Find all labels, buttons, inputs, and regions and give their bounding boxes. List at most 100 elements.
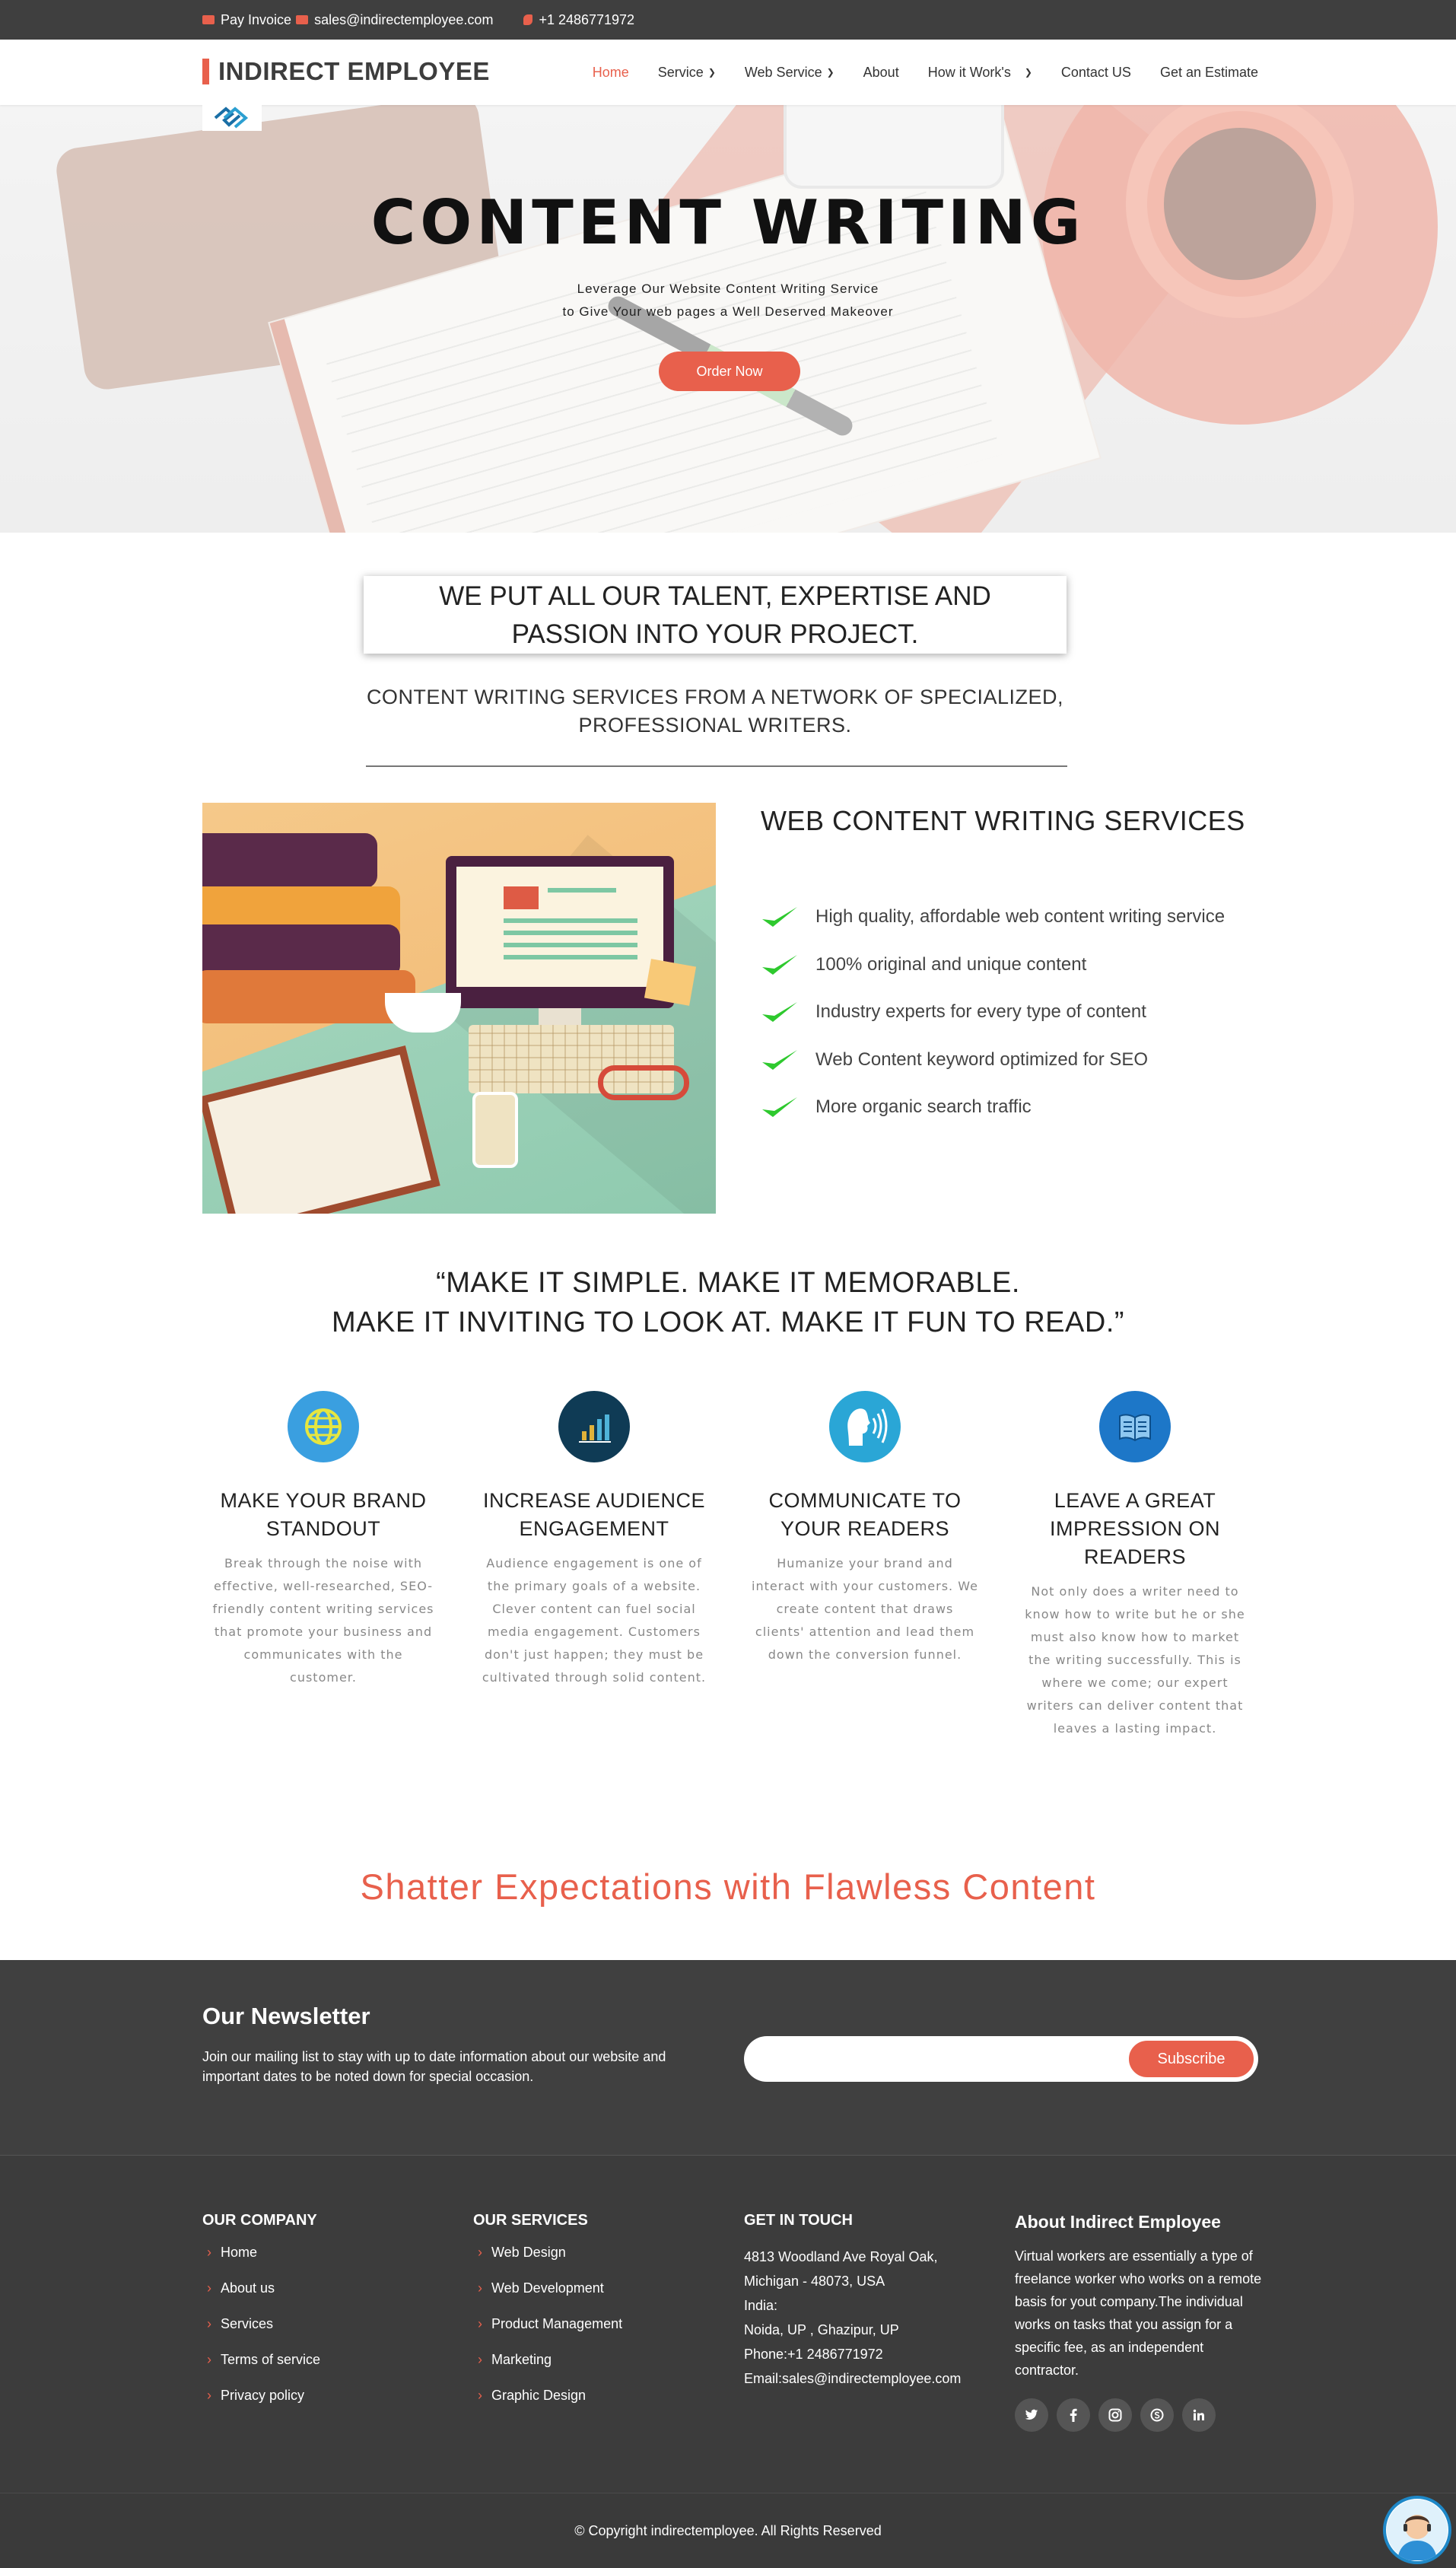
envelope-icon xyxy=(296,15,309,24)
chevron-right-icon: › xyxy=(207,2388,211,2403)
nav-get-estimate-label: Get an Estimate xyxy=(1159,64,1258,80)
footer-link-label: Graphic Design xyxy=(491,2388,587,2403)
newsletter-text: Join our mailing list to stay with up to… xyxy=(202,2049,666,2084)
pay-invoice-label: Pay Invoice xyxy=(221,11,292,27)
nav-how-it-works[interactable]: How it Work's ❯ xyxy=(928,65,1032,81)
footer-contact-address: 4813 Woodland Ave Royal Oak, Michigan - … xyxy=(744,2245,961,2391)
newsletter-section: Our Newsletter Join our mailing list to … xyxy=(0,1960,1456,2155)
footer-link-label: Terms of service xyxy=(221,2352,321,2367)
service-item-label: Web Content keyword optimized for SEO xyxy=(815,1049,1149,1070)
footer-link-privacy[interactable]: › Privacy policy xyxy=(202,2388,320,2423)
talent-heading-line-1: WE PUT ALL OUR TALENT, EXPERTISE AND xyxy=(439,581,991,611)
nav-service[interactable]: Service ❯ xyxy=(658,65,716,81)
quote-line-2: MAKE IT INVITING TO LOOK AT. MAKE IT FUN… xyxy=(331,1306,1125,1338)
chevron-right-icon: › xyxy=(478,2280,482,2296)
talent-subheading-line-1: CONTENT WRITING SERVICES FROM A NETWORK … xyxy=(366,686,1064,708)
service-item-label: High quality, affordable web content wri… xyxy=(815,906,1226,928)
email-link[interactable]: sales@indirectemployee.com xyxy=(296,12,493,28)
services-list: High quality, affordable web content wri… xyxy=(761,893,1263,1131)
footer-link-label: Web Development xyxy=(491,2280,604,2296)
feature-text: Audience engagement is one of the primar… xyxy=(482,1556,707,1685)
phone-link[interactable]: +1 2486771972 xyxy=(523,12,634,28)
feature-title: MAKE YOUR BRAND STANDOUT xyxy=(220,1489,427,1540)
globe-icon xyxy=(288,1391,359,1462)
chevron-right-icon: › xyxy=(207,2316,211,2331)
feature-text: Not only does a writer need to know how … xyxy=(1025,1584,1245,1736)
pay-invoice-link[interactable]: Pay Invoice xyxy=(202,12,291,28)
main-nav: Home Service ❯ Web Service ❯ About How it … xyxy=(593,40,1258,105)
skype-icon[interactable] xyxy=(1140,2398,1174,2432)
site-header: INDIRECT EMPLOYEE Home Service ❯ Web Serv… xyxy=(0,40,1456,105)
facebook-icon[interactable] xyxy=(1057,2398,1090,2432)
footer-link-label: Services xyxy=(221,2316,274,2331)
copyright-bar: © Copyright indirectemployee. All Rights… xyxy=(0,2493,1456,2568)
copyright-text: © Copyright indirectemployee. All Rights… xyxy=(574,2522,882,2538)
nav-about-label: About xyxy=(863,64,899,80)
footer-company-title: OUR COMPANY xyxy=(202,2212,317,2229)
talent-heading-box: WE PUT ALL OUR TALENT, EXPERTISE AND PAS… xyxy=(364,576,1067,654)
footer-link-graphic-design[interactable]: › Graphic Design xyxy=(473,2388,622,2423)
nav-service-label: Service xyxy=(657,64,704,80)
chevron-right-icon: › xyxy=(207,2352,211,2367)
hero-banner: CONTENT WRITING Leverage Our Website Con… xyxy=(0,105,1456,533)
address-line: India: xyxy=(744,2298,778,2313)
phone-icon xyxy=(523,14,533,25)
nav-contact-label: Contact US xyxy=(1060,64,1131,80)
envelope-icon xyxy=(202,15,215,24)
list-item: More organic search traffic xyxy=(761,1084,1263,1131)
contact-phone: Phone:+1 2486771972 xyxy=(744,2347,883,2362)
footer-services-title: OUR SERVICES xyxy=(473,2212,588,2229)
services-title: WEB CONTENT WRITING SERVICES xyxy=(761,805,1245,836)
footer-link-terms[interactable]: › Terms of service xyxy=(202,2352,320,2388)
nav-about[interactable]: About xyxy=(863,65,899,81)
tagline: Shatter Expectations with Flawless Conte… xyxy=(360,1866,1096,1907)
list-item: Web Content keyword optimized for SEO xyxy=(761,1036,1263,1084)
newsletter-email-input[interactable] xyxy=(759,2042,1109,2076)
feature-title: INCREASE AUDIENCE ENGAGEMENT xyxy=(482,1489,706,1540)
nav-web-service-label: Web Service xyxy=(744,64,822,80)
twitter-icon[interactable] xyxy=(1015,2398,1048,2432)
nav-how-it-works-label: How it Work's xyxy=(927,64,1011,80)
checkmark-icon xyxy=(762,907,797,928)
hero-title: CONTENT WRITING xyxy=(370,187,1086,258)
footer-contact-title: GET IN TOUCH xyxy=(744,2212,853,2229)
linkedin-icon[interactable] xyxy=(1182,2398,1216,2432)
content-writing-illustration xyxy=(202,803,716,1214)
chevron-right-icon: › xyxy=(478,2245,482,2260)
chevron-right-icon: › xyxy=(478,2388,482,2403)
chevron-right-icon: › xyxy=(207,2280,211,2296)
instagram-icon[interactable] xyxy=(1098,2398,1132,2432)
footer-link-home[interactable]: › Home xyxy=(202,2245,320,2280)
logo-mark xyxy=(202,105,262,131)
footer-link-product-management[interactable]: › Product Management xyxy=(473,2316,622,2352)
book-icon xyxy=(1099,1391,1171,1462)
newsletter-title: Our Newsletter xyxy=(202,2003,370,2029)
list-item: 100% original and unique content xyxy=(761,941,1263,989)
order-now-button[interactable]: Order Now xyxy=(659,352,800,391)
subscribe-button[interactable]: Subscribe xyxy=(1127,2039,1255,2079)
service-item-label: More organic search traffic xyxy=(815,1096,1032,1118)
footer-link-label: Privacy policy xyxy=(221,2388,305,2403)
footer-services-column: OUR SERVICES › Web Design › Web Developmen… xyxy=(473,2212,622,2423)
chevron-down-icon: ❯ xyxy=(1024,67,1032,78)
brand-logo[interactable]: INDIRECT EMPLOYEE xyxy=(202,56,490,87)
nav-home[interactable]: Home xyxy=(593,65,629,81)
footer-link-about[interactable]: › About us xyxy=(202,2280,320,2316)
chat-widget-button[interactable] xyxy=(1383,2496,1451,2564)
quote-block: “MAKE IT SIMPLE. MAKE IT MEMORABLE. MAKE… xyxy=(0,1263,1456,1342)
checkmark-icon xyxy=(762,1049,797,1070)
nav-web-service[interactable]: Web Service ❯ xyxy=(745,65,834,81)
footer-link-web-development[interactable]: › Web Development xyxy=(473,2280,622,2316)
checkmark-icon xyxy=(762,954,797,975)
chevron-right-icon: › xyxy=(478,2316,482,2331)
social-links xyxy=(1015,2398,1266,2432)
footer-link-marketing[interactable]: › Marketing xyxy=(473,2352,622,2388)
nav-get-estimate[interactable]: Get an Estimate xyxy=(1160,65,1258,81)
footer-link-services[interactable]: › Services xyxy=(202,2316,320,2352)
address-line: Michigan - 48073, USA xyxy=(744,2274,885,2289)
support-avatar-icon xyxy=(1387,2500,1448,2560)
service-item-label: 100% original and unique content xyxy=(815,953,1087,975)
footer-link-web-design[interactable]: › Web Design xyxy=(473,2245,622,2280)
nav-contact[interactable]: Contact US xyxy=(1061,65,1131,81)
checkmark-icon xyxy=(762,1097,797,1118)
